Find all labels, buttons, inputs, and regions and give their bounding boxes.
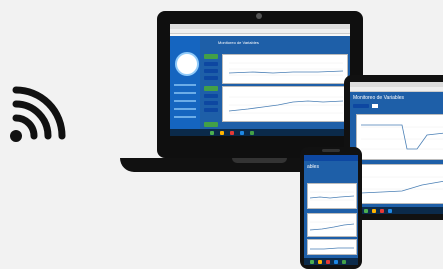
- taskbar: [350, 207, 443, 214]
- chart-panel: [222, 54, 348, 84]
- dashboard-main: Monitoreo de Variables: [350, 92, 443, 214]
- chart-panel: [307, 239, 357, 255]
- phone-screen: ables: [304, 155, 358, 265]
- sidebar-item[interactable]: [174, 116, 196, 118]
- dashboard-sidebar: [170, 36, 200, 136]
- dashboard-title: Monitoreo de Variables: [218, 40, 259, 45]
- taskbar-app-icon[interactable]: [342, 260, 346, 264]
- sidebar-item[interactable]: [174, 100, 196, 102]
- phone-speaker: [322, 149, 340, 152]
- taskbar-app-icon[interactable]: [240, 131, 244, 135]
- taskbar-app-icon[interactable]: [326, 260, 330, 264]
- dashboard: Monitoreo de Variables: [170, 36, 350, 136]
- taskbar-app-icon[interactable]: [388, 209, 392, 213]
- chart-panel: [307, 213, 357, 237]
- green-button[interactable]: [204, 54, 218, 59]
- value-box: [204, 76, 218, 80]
- taskbar-app-icon[interactable]: [334, 260, 338, 264]
- taskbar-app-icon[interactable]: [310, 260, 314, 264]
- dashboard-main: Monitoreo de Variables: [200, 36, 350, 136]
- taskbar-app-icon[interactable]: [380, 209, 384, 213]
- chart-panel: [356, 164, 443, 204]
- sidebar-item[interactable]: [174, 84, 196, 86]
- green-button[interactable]: [204, 86, 218, 91]
- chart-panel: [356, 114, 443, 160]
- value-box: [353, 104, 369, 108]
- taskbar-app-icon[interactable]: [220, 131, 224, 135]
- camera-icon: [256, 13, 262, 19]
- laptop-notch: [232, 158, 287, 163]
- circular-logo-icon: [175, 52, 199, 76]
- tablet-screen: Monitoreo de Variables: [350, 82, 443, 214]
- taskbar-app-icon[interactable]: [210, 131, 214, 135]
- taskbar: [170, 129, 350, 136]
- laptop-screen: Monitoreo de Variables: [170, 24, 350, 136]
- wifi-icon: [10, 86, 66, 142]
- value-box: [204, 108, 218, 112]
- chart-panel: [222, 86, 348, 122]
- taskbar: [304, 258, 358, 265]
- toggle[interactable]: [372, 104, 378, 108]
- green-button[interactable]: [204, 122, 218, 127]
- sidebar-item[interactable]: [174, 108, 196, 110]
- value-box: [204, 69, 218, 73]
- value-box: [204, 62, 218, 66]
- value-box: [204, 101, 218, 105]
- taskbar-app-icon[interactable]: [372, 209, 376, 213]
- taskbar-app-icon[interactable]: [230, 131, 234, 135]
- chart-panel: [307, 183, 357, 209]
- taskbar-app-icon[interactable]: [318, 260, 322, 264]
- taskbar-app-icon[interactable]: [364, 209, 368, 213]
- status-bar: [304, 155, 358, 161]
- taskbar-app-icon[interactable]: [250, 131, 254, 135]
- sidebar-item[interactable]: [174, 92, 196, 94]
- value-box: [204, 94, 218, 98]
- phone-title: ables: [307, 164, 319, 170]
- dashboard-title: Monitoreo de Variables: [353, 95, 405, 101]
